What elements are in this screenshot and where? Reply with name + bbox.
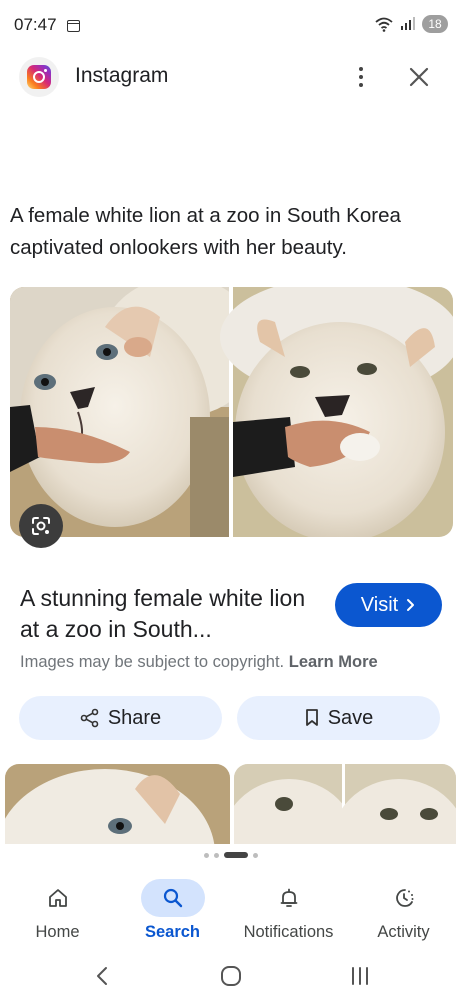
search-icon [163,888,182,908]
recents-icon [352,967,368,985]
save-label: Save [327,706,374,729]
nav-search[interactable]: Search [115,872,230,952]
related-images [0,764,462,844]
lion-photo-collage [10,287,453,537]
nav-label-activity: Activity [377,923,430,941]
home-circle-icon [221,966,241,986]
close-icon [409,67,429,87]
share-button[interactable]: Share [19,696,222,740]
nav-label-notifications: Notifications [243,923,334,941]
status-bar: 07:47 18 [0,0,462,50]
share-icon [80,708,99,728]
result-title[interactable]: A stunning female white lion at a zoo in… [20,583,320,645]
more-options-button[interactable] [346,60,376,94]
bottom-navigation: Home Search Notifications Activity [0,872,462,952]
signal-icon [401,17,415,30]
nav-label-search: Search [144,923,201,941]
copyright-text: Images may be subject to copyright. [20,653,285,671]
bell-icon [280,888,297,907]
activity-icon [395,889,413,907]
visit-label: Visit [360,593,399,616]
wifi-icon [375,17,393,32]
header: Instagram [0,52,462,102]
nav-label-home: Home [35,923,80,941]
visit-button[interactable]: Visit [335,583,442,627]
lens-button[interactable] [19,504,63,548]
copyright-notice: Images may be subject to copyright. Lear… [20,653,378,672]
home-icon [48,889,67,907]
related-image-1[interactable] [5,764,230,844]
system-navigation-bar [0,952,462,1000]
nav-notifications[interactable]: Notifications [231,872,346,952]
home-nav-button[interactable] [211,960,251,992]
app-name: Instagram [75,64,169,87]
save-button[interactable]: Save [237,696,440,740]
image-caption: A female white lion at a zoo in South Ko… [10,204,401,259]
share-label: Share [107,706,162,729]
recents-button[interactable] [340,960,380,992]
chevron-right-icon [407,599,415,611]
result-image[interactable] [10,287,453,537]
nav-home[interactable]: Home [0,872,115,952]
nav-activity[interactable]: Activity [346,872,461,952]
back-button[interactable] [82,960,122,992]
status-icons: 18 [374,15,448,33]
bookmark-icon [305,709,318,726]
app-icon [19,57,59,97]
learn-more-link[interactable]: Learn More [289,653,378,671]
page-indicator [0,852,462,858]
back-icon [97,967,107,985]
battery-icon: 18 [422,15,448,33]
status-time: 07:47 [14,15,57,34]
lens-icon [32,517,50,535]
related-image-2[interactable] [234,764,456,844]
close-button[interactable] [403,60,435,94]
calendar-icon [67,20,80,32]
instagram-logo-icon [27,65,51,89]
